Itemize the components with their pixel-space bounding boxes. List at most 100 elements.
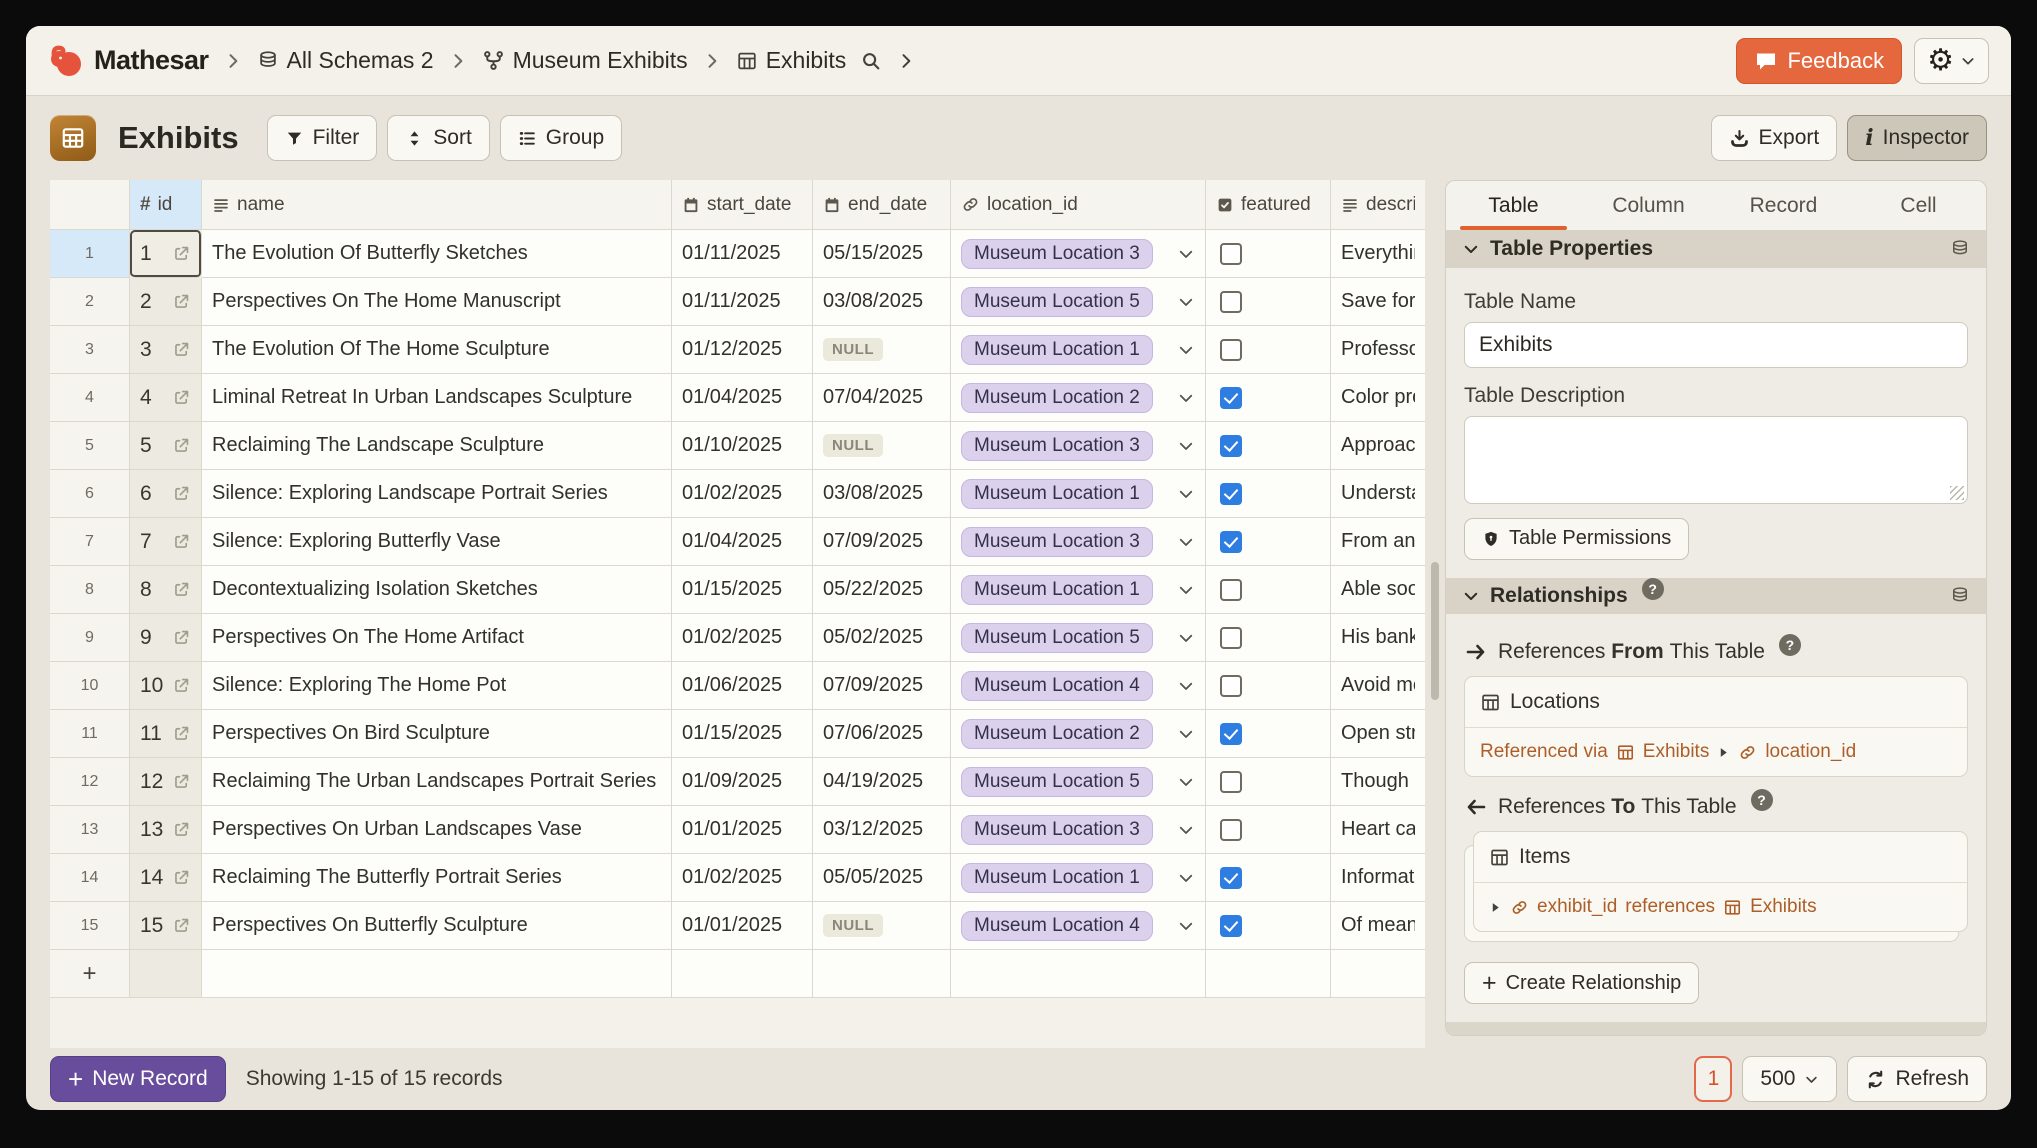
open-record-icon[interactable] (172, 292, 191, 311)
column-header-description[interactable]: description (1331, 180, 1425, 230)
cell-end-date[interactable]: 05/05/2025 (813, 854, 951, 902)
cell-featured[interactable] (1206, 758, 1331, 806)
cell-name[interactable]: Reclaiming The Butterfly Portrait Series (202, 854, 672, 902)
cell-location-id[interactable]: Museum Location 2 (951, 374, 1206, 422)
cell-name[interactable]: Decontextualizing Isolation Sketches (202, 566, 672, 614)
record-dropdown-icon[interactable] (1177, 677, 1195, 695)
caret-right-icon[interactable] (1489, 901, 1502, 914)
cell-name[interactable]: Perspectives On The Home Artifact (202, 614, 672, 662)
cell-name[interactable]: Perspectives On Butterfly Sculpture (202, 902, 672, 950)
settings-button[interactable]: ⚙ (1914, 38, 1989, 84)
cell-featured[interactable] (1206, 230, 1331, 278)
location-pill[interactable]: Museum Location 3 (961, 239, 1153, 269)
cell-featured[interactable] (1206, 422, 1331, 470)
refresh-button[interactable]: Refresh (1847, 1056, 1987, 1102)
location-pill[interactable]: Museum Location 3 (961, 431, 1153, 461)
cell-id[interactable]: 5 (130, 422, 202, 470)
help-icon[interactable]: ? (1642, 578, 1664, 600)
cell-start-date[interactable]: 01/04/2025 (672, 374, 813, 422)
breadcrumb-all-schemas-2[interactable]: All Schemas 2 (257, 47, 434, 74)
cell-start-date[interactable]: 01/10/2025 (672, 422, 813, 470)
record-dropdown-icon[interactable] (1177, 389, 1195, 407)
relationships-section-header[interactable]: Relationships ? (1446, 578, 1986, 615)
cell-featured[interactable] (1206, 854, 1331, 902)
cell-featured[interactable] (1206, 470, 1331, 518)
cell-id[interactable]: 7 (130, 518, 202, 566)
open-record-icon[interactable] (172, 244, 191, 263)
cell-end-date[interactable]: 05/22/2025 (813, 566, 951, 614)
cell-id[interactable]: 3 (130, 326, 202, 374)
cell-description[interactable]: Understa (1331, 470, 1425, 518)
record-dropdown-icon[interactable] (1177, 869, 1195, 887)
featured-checkbox[interactable] (1220, 387, 1242, 409)
cell-id[interactable]: 15 (130, 902, 202, 950)
cell-description[interactable]: Open str (1331, 710, 1425, 758)
record-dropdown-icon[interactable] (1177, 773, 1195, 791)
search-icon[interactable] (860, 50, 882, 72)
open-record-icon[interactable] (172, 724, 191, 743)
cell-id[interactable]: 11 (130, 710, 202, 758)
cell-location-id[interactable]: Museum Location 2 (951, 710, 1206, 758)
row-number[interactable]: 2 (50, 278, 130, 326)
cell-name[interactable]: Reclaiming The Urban Landscapes Portrait… (202, 758, 672, 806)
cell-end-date[interactable]: 05/02/2025 (813, 614, 951, 662)
cell-name[interactable]: Perspectives On Urban Landscapes Vase (202, 806, 672, 854)
cell-start-date[interactable]: 01/02/2025 (672, 854, 813, 902)
row-number[interactable]: 13 (50, 806, 130, 854)
add-record-button[interactable]: + (50, 950, 130, 998)
cell-end-date[interactable]: 03/08/2025 (813, 470, 951, 518)
open-record-icon[interactable] (172, 436, 191, 455)
table-scrollbar[interactable] (1431, 180, 1439, 1048)
cell-description[interactable]: From anc (1331, 518, 1425, 566)
cell-location-id[interactable]: Museum Location 1 (951, 470, 1206, 518)
featured-checkbox[interactable] (1220, 723, 1242, 745)
page-number-button[interactable]: 1 (1694, 1056, 1732, 1102)
cell-name[interactable]: Silence: Exploring The Home Pot (202, 662, 672, 710)
cell-end-date[interactable]: 04/19/2025 (813, 758, 951, 806)
cell-featured[interactable] (1206, 710, 1331, 758)
breadcrumb-expand-icon[interactable] (896, 51, 916, 71)
cell-description[interactable]: Professo (1331, 326, 1425, 374)
cell-end-date[interactable]: 07/09/2025 (813, 662, 951, 710)
record-dropdown-icon[interactable] (1177, 629, 1195, 647)
location-pill[interactable]: Museum Location 1 (961, 335, 1153, 365)
cell-start-date[interactable]: 01/02/2025 (672, 470, 813, 518)
column-header-start_date[interactable]: start_date (672, 180, 813, 230)
row-number[interactable]: 6 (50, 470, 130, 518)
cell-start-date[interactable]: 01/15/2025 (672, 710, 813, 758)
scrollbar-thumb[interactable] (1431, 562, 1439, 700)
featured-checkbox[interactable] (1220, 243, 1242, 265)
row-number[interactable]: 11 (50, 710, 130, 758)
row-number[interactable]: 3 (50, 326, 130, 374)
group-button[interactable]: Group (500, 115, 622, 161)
brand-logo[interactable]: Mathesar (48, 43, 209, 79)
location-pill[interactable]: Museum Location 1 (961, 575, 1153, 605)
featured-checkbox[interactable] (1220, 435, 1242, 457)
cell-featured[interactable] (1206, 374, 1331, 422)
cell-location-id[interactable]: Museum Location 3 (951, 422, 1206, 470)
cell-name[interactable]: Perspectives On Bird Sculpture (202, 710, 672, 758)
cell-id[interactable]: 12 (130, 758, 202, 806)
cell-featured[interactable] (1206, 902, 1331, 950)
cell-location-id[interactable]: Museum Location 4 (951, 662, 1206, 710)
page-size-select[interactable]: 500 (1742, 1056, 1837, 1102)
location-pill[interactable]: Museum Location 4 (961, 671, 1153, 701)
cell-start-date[interactable]: 01/01/2025 (672, 806, 813, 854)
cell-end-date[interactable]: NULL (813, 902, 951, 950)
cell-description[interactable]: Of mean (1331, 902, 1425, 950)
feedback-button[interactable]: Feedback (1736, 38, 1902, 84)
cell-end-date[interactable]: 03/12/2025 (813, 806, 951, 854)
record-dropdown-icon[interactable] (1177, 917, 1195, 935)
column-header-id[interactable]: #id (130, 180, 202, 230)
record-dropdown-icon[interactable] (1177, 437, 1195, 455)
location-pill[interactable]: Museum Location 5 (961, 623, 1153, 653)
featured-checkbox[interactable] (1220, 867, 1242, 889)
cell-end-date[interactable]: NULL (813, 422, 951, 470)
featured-checkbox[interactable] (1220, 819, 1242, 841)
cell-start-date[interactable]: 01/12/2025 (672, 326, 813, 374)
tab-cell[interactable]: Cell (1851, 181, 1986, 230)
record-dropdown-icon[interactable] (1177, 725, 1195, 743)
cell-id[interactable]: 9 (130, 614, 202, 662)
record-dropdown-icon[interactable] (1177, 293, 1195, 311)
cell-featured[interactable] (1206, 614, 1331, 662)
